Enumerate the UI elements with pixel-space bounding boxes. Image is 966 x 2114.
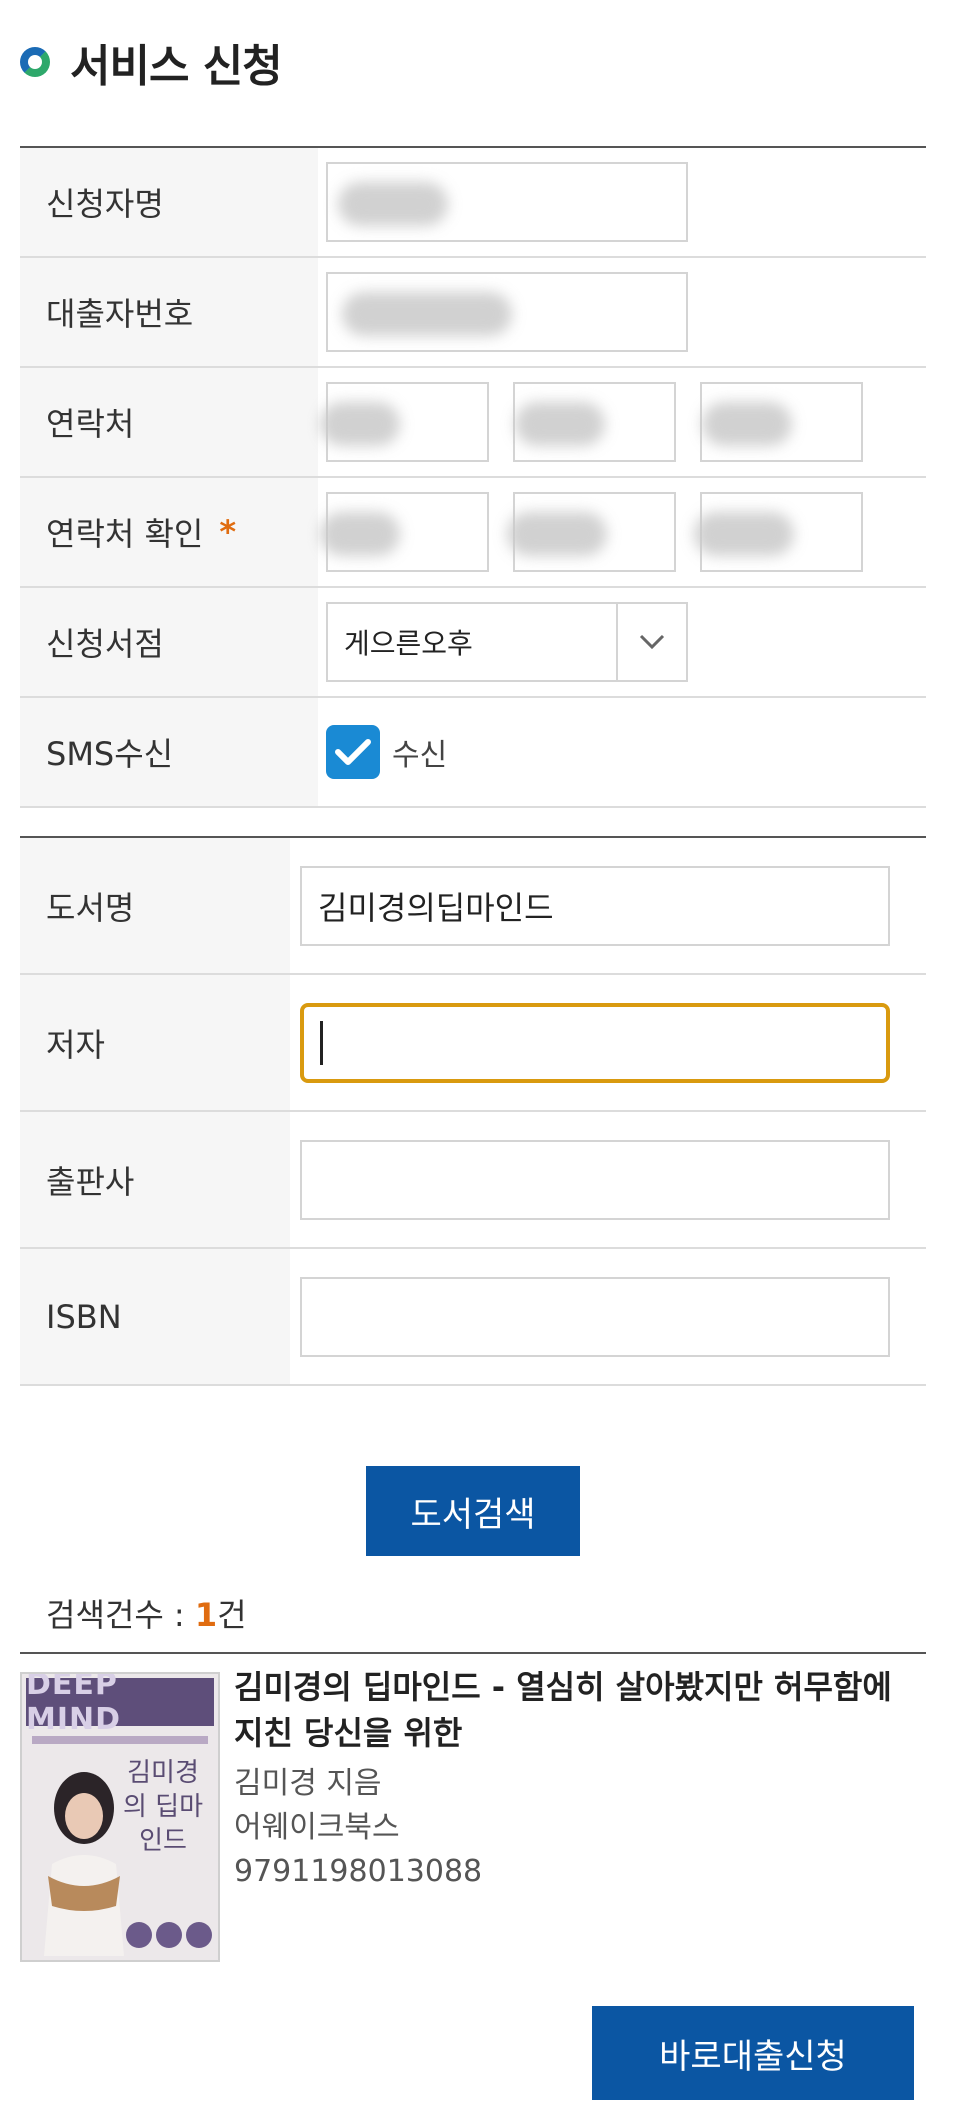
contact-field-2[interactable] — [513, 382, 676, 462]
masked-value — [320, 402, 400, 446]
book-title[interactable]: 김미경의 딥마인드 - 열심히 살아봤지만 허무함에 지친 당신을 위한 — [234, 1664, 914, 1756]
book-table: 도서명 김미경의딥마인드 저자 출판사 ISBN — [20, 836, 926, 1386]
isbn-input[interactable] — [300, 1276, 890, 1357]
required-mark: * — [219, 513, 237, 551]
row-isbn: ISBN — [20, 1249, 926, 1386]
masked-value — [515, 402, 605, 446]
cover-person-illustration — [44, 1772, 124, 1956]
applicant-name-field[interactable] — [326, 162, 688, 242]
publisher-input[interactable] — [300, 1139, 890, 1220]
applicant-table: 신청자명 대출자번호 연락처 연락처 확인 * 신청서점 게으른오후 SMS수신… — [20, 146, 926, 808]
text-cursor — [320, 1020, 323, 1065]
book-search-button[interactable]: 도서검색 — [366, 1466, 580, 1556]
cover-subtitle-bar — [32, 1736, 208, 1744]
page-title-area: 서비스 신청 — [20, 32, 283, 92]
cover-title: 김미경의 딥마인드 — [122, 1758, 204, 1856]
sms-option-label[interactable]: 수신 — [392, 730, 447, 774]
contact-field-3[interactable] — [700, 382, 863, 462]
masked-value — [320, 512, 400, 556]
row-contact: 연락처 — [20, 368, 926, 478]
masked-value — [507, 512, 607, 556]
contact-confirm-label: 연락처 확인 — [46, 515, 204, 553]
row-store: 신청서점 게으른오후 — [20, 588, 926, 698]
applicant-name-label: 신청자명 — [20, 148, 318, 256]
book-isbn: 9791198013088 — [234, 1854, 483, 1889]
chevron-down-icon[interactable] — [618, 604, 686, 680]
store-select-value: 게으른오후 — [328, 604, 618, 680]
book-author: 김미경 지음 — [234, 1766, 382, 1801]
sms-checkbox[interactable] — [326, 725, 380, 779]
contact-field-1[interactable] — [320, 382, 489, 462]
store-label: 신청서점 — [20, 588, 318, 696]
check-icon — [335, 739, 371, 765]
book-title-label: 도서명 — [20, 838, 290, 973]
row-sms: SMS수신 수신 — [20, 698, 926, 808]
row-contact-confirm: 연락처 확인 * — [20, 478, 926, 588]
book-publisher: 어웨이크북스 — [234, 1810, 400, 1845]
contact-confirm-field-2[interactable] — [507, 492, 676, 572]
author-input[interactable] — [300, 1002, 890, 1083]
list-item[interactable]: DEEP MIND 김미경의 딥마인드 김미경의 딥마인드 - 열심히 살아봤지… — [20, 1654, 926, 1974]
result-count-prefix: 검색건수 : — [46, 1596, 195, 1634]
row-applicant-name: 신청자명 — [20, 148, 926, 258]
row-publisher: 출판사 — [20, 1112, 926, 1249]
book-title-input[interactable]: 김미경의딥마인드 — [300, 865, 890, 946]
masked-value — [694, 512, 794, 556]
cover-badges — [126, 1922, 212, 1948]
search-result-list: DEEP MIND 김미경의 딥마인드 김미경의 딥마인드 - 열심히 살아봤지… — [20, 1652, 926, 1974]
contact-confirm-field-1[interactable] — [320, 492, 489, 572]
contact-confirm-label-cell: 연락처 확인 * — [20, 478, 318, 586]
page-title: 서비스 신청 — [70, 41, 283, 92]
masked-value — [342, 292, 512, 336]
instant-loan-apply-button[interactable]: 바로대출신청 — [592, 2006, 914, 2100]
title-bullet-icon — [20, 47, 50, 77]
card-number-label: 대출자번호 — [20, 258, 318, 366]
result-count: 검색건수 : 1건 — [46, 1590, 247, 1636]
masked-value — [702, 402, 792, 446]
sms-label: SMS수신 — [20, 698, 318, 806]
row-book-title: 도서명 김미경의딥마인드 — [20, 838, 926, 975]
result-count-suffix: 건 — [217, 1596, 247, 1634]
row-card-number: 대출자번호 — [20, 258, 926, 368]
cover-band-text: DEEP MIND — [26, 1674, 214, 1737]
contact-confirm-field-3[interactable] — [694, 492, 863, 572]
store-select[interactable]: 게으른오후 — [326, 602, 688, 682]
book-info: 김미경의 딥마인드 - 열심히 살아봤지만 허무함에 지친 당신을 위한 김미경… — [234, 1664, 914, 1894]
card-number-field[interactable] — [326, 272, 688, 352]
book-cover-image: DEEP MIND 김미경의 딥마인드 — [20, 1672, 220, 1962]
row-author: 저자 — [20, 975, 926, 1112]
isbn-label: ISBN — [20, 1249, 290, 1384]
masked-value — [338, 182, 448, 226]
result-count-number: 1 — [194, 1596, 218, 1634]
author-label: 저자 — [20, 975, 290, 1110]
publisher-label: 출판사 — [20, 1112, 290, 1247]
contact-label: 연락처 — [20, 368, 318, 476]
